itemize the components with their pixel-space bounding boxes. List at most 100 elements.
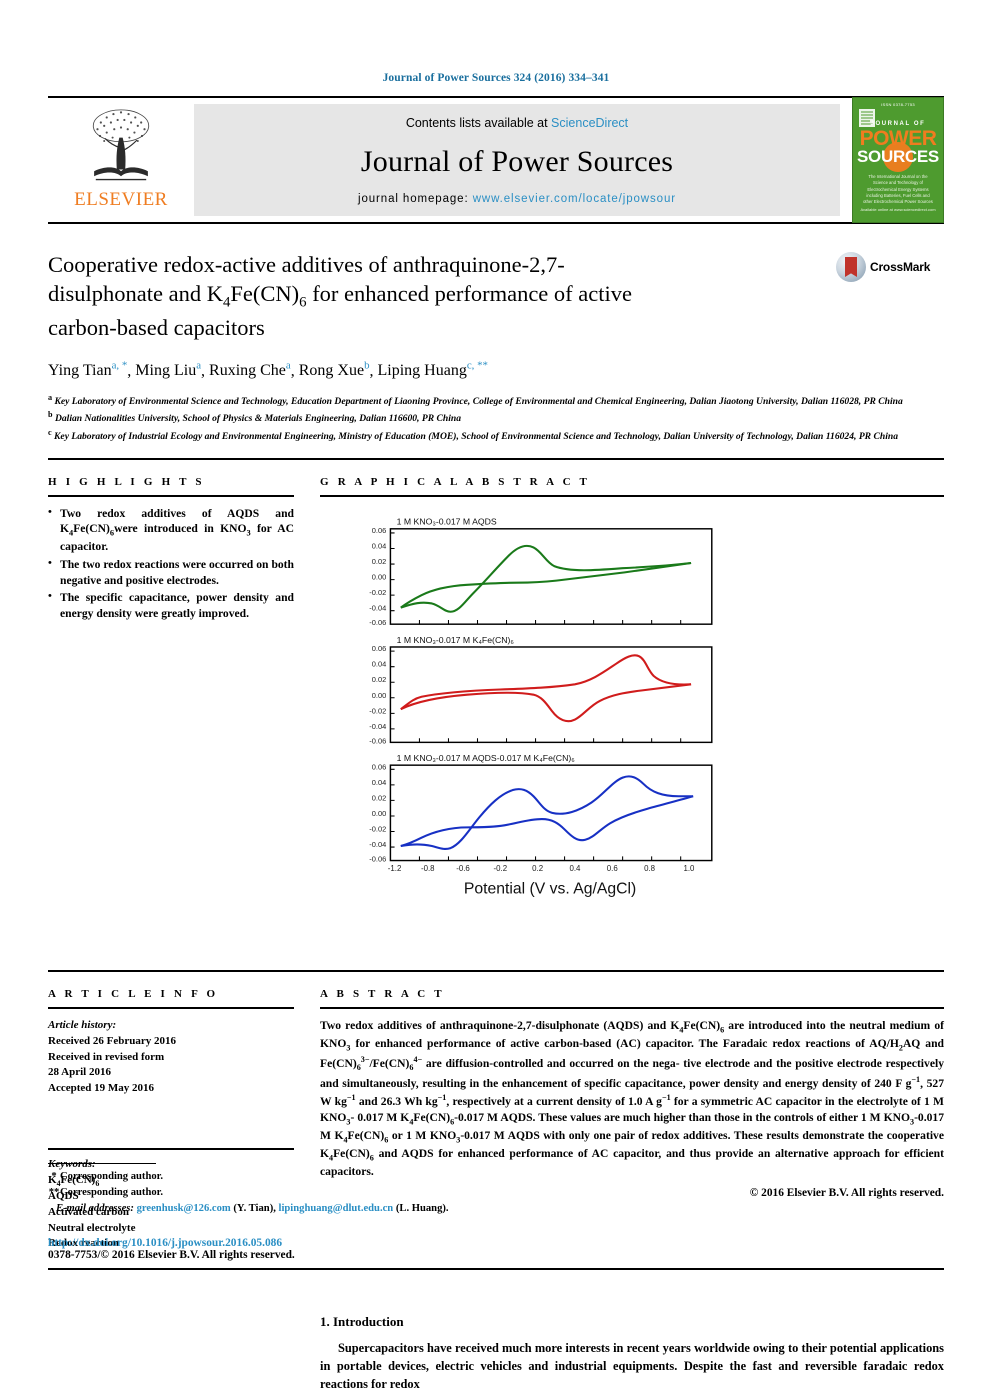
email-label: E-mail addresses: — [55, 1203, 134, 1215]
page-title: Cooperative redox-active additives of an… — [48, 250, 760, 342]
footnote-area: * Corresponding author. **Corresponding a… — [48, 1163, 468, 1261]
title-line-2a: disulphonate and K — [48, 281, 223, 307]
introduction-column: 1. Introduction Supercapacitors have rec… — [320, 1314, 944, 1393]
email-link-2[interactable]: lipinghuang@dlut.edu.cn — [279, 1203, 394, 1214]
abstract-rule — [320, 1007, 944, 1010]
article-history-block: Article history: Received 26 February 20… — [48, 1018, 294, 1096]
svg-text:0.00: 0.00 — [372, 572, 387, 581]
crossmark-label: CrossMark — [870, 260, 931, 274]
elsevier-logo: ELSEVIER — [48, 98, 194, 222]
doi-link[interactable]: http://dx.doi.org/10.1016/j.jpowsour.201… — [48, 1237, 468, 1249]
cover-footer-text: Available online at www.sciencedirect.co… — [860, 206, 936, 212]
crossmark-badge[interactable]: CrossMark — [836, 252, 944, 282]
svg-text:0.04: 0.04 — [372, 541, 387, 550]
footnote-rule — [48, 1163, 156, 1165]
highlight-item: The specific capacitance, power density … — [48, 589, 294, 622]
svg-text:-0.02: -0.02 — [369, 588, 386, 597]
svg-text:0.4: 0.4 — [569, 864, 581, 873]
corresponding-author-1: * Corresponding author. — [48, 1169, 468, 1185]
highlights-graphical-row: H I G H L I G H T S Two redox additives … — [48, 476, 944, 957]
svg-text:0.02: 0.02 — [372, 793, 387, 802]
journal-homepage-line: journal homepage: www.elsevier.com/locat… — [358, 193, 676, 205]
author-3-affil: b — [364, 360, 370, 372]
highlight-item: The two redox reactions were occurred on… — [48, 556, 294, 589]
svg-text:0.06: 0.06 — [372, 526, 387, 535]
svg-text:0.00: 0.00 — [372, 690, 387, 699]
affiliation-a: a Key Laboratory of Environmental Scienc… — [48, 393, 903, 408]
author-2: Ruxing Chea — [209, 360, 291, 380]
sciencedirect-link[interactable]: ScienceDirect — [551, 116, 628, 130]
corr-marker-2: ** — [48, 1187, 60, 1199]
homepage-link[interactable]: www.elsevier.com/locate/jpowsour — [473, 193, 676, 205]
crossmark-icon — [836, 252, 866, 282]
svg-text:-0.8: -0.8 — [421, 864, 435, 873]
svg-text:-0.04: -0.04 — [369, 603, 386, 612]
svg-text:0.02: 0.02 — [372, 675, 387, 684]
history-revised-date: 28 April 2016 — [48, 1066, 111, 1079]
highlights-column: H I G H L I G H T S Two redox additives … — [48, 476, 294, 957]
introduction-paragraph: Supercapacitors have received much more … — [320, 1340, 944, 1391]
svg-text:0.04: 0.04 — [372, 777, 387, 786]
title-line-2c: for enhanced performance of active — [306, 281, 632, 307]
article-info-rule — [48, 1007, 294, 1010]
introduction-heading: 1. Introduction — [320, 1313, 404, 1329]
history-accepted: Accepted 19 May 2016 — [48, 1081, 155, 1094]
cv-panel-1-yticks: 0.06 0.04 0.02 0.00 -0.02 -0.04 -0.06 — [369, 526, 386, 627]
contents-prefix: Contents lists available at — [405, 116, 552, 130]
cover-subtitle: The International Journal on the Science… — [863, 174, 933, 205]
svg-text:-0.02: -0.02 — [369, 824, 386, 833]
author-list: Ying Tiana, *, Ming Liua, Ruxing Chea, R… — [48, 360, 488, 380]
graphical-abstract-rule — [320, 494, 944, 497]
cv-xaxis-label: Potential (V vs. Ag/AgCl) — [464, 880, 636, 897]
corr-marker-1: * — [51, 1171, 57, 1183]
cv-xticks: -1.2 -0.8 -0.6 -0.2 0.2 0.4 0.6 0.8 1.0 — [388, 864, 695, 873]
svg-text:0.04: 0.04 — [372, 659, 387, 668]
author-1-affil: a — [196, 360, 202, 372]
email-owner-2: (L. Huang). — [395, 1203, 449, 1215]
svg-text:1.0: 1.0 — [684, 864, 696, 873]
svg-text:0.8: 0.8 — [644, 864, 656, 873]
homepage-prefix: journal homepage: — [358, 193, 473, 205]
body-row: 1. Introduction Supercapacitors have rec… — [48, 1314, 944, 1393]
cv-panel-2-title: 1 M KNO₃-0.017 M K₄Fe(CN)₆ — [397, 634, 515, 644]
svg-text:-1.2: -1.2 — [388, 864, 402, 873]
graphical-abstract-figure: 1 M KNO₃-0.017 M AQDS 0.06 0.04 0.02 0.00 -… — [369, 516, 713, 897]
svg-text:0.06: 0.06 — [372, 762, 387, 771]
cv-panel-2-yticks: 0.06 0.04 0.02 0.00 -0.02 -0.04 -0.06 — [369, 644, 386, 745]
affiliation-b: b Dalian Nationalities University, Schoo… — [48, 410, 462, 425]
title-area: Cooperative redox-active additives of an… — [48, 250, 944, 346]
corresponding-author-2: **Corresponding author. — [48, 1185, 468, 1201]
issn-copyright-line: 0378-7753/© 2016 Elsevier B.V. All right… — [48, 1249, 295, 1261]
highlights-list: Two redox additives of AQDS and K4Fe(CN)… — [48, 505, 294, 622]
svg-text:0.6: 0.6 — [607, 864, 619, 873]
svg-text:-0.02: -0.02 — [369, 706, 386, 715]
article-info-heading: A R T I C L E I N F O — [48, 988, 219, 1001]
title-line-2b: Fe(CN) — [230, 281, 300, 307]
author-1: Ming Liua — [135, 360, 202, 380]
masthead-center-band: Contents lists available at ScienceDirec… — [194, 104, 840, 216]
svg-text:-0.06: -0.06 — [369, 854, 386, 863]
history-revised-label: Received in revised form — [48, 1050, 165, 1063]
author-0-affil: a, * — [111, 360, 128, 372]
svg-text:-0.6: -0.6 — [456, 864, 470, 873]
cover-issn: ISSN 0378-7753 — [881, 102, 915, 107]
svg-text:-0.04: -0.04 — [369, 721, 386, 730]
cv-panel-1-title: 1 M KNO₃-0.017 M AQDS — [397, 516, 497, 526]
keywords-rule — [48, 1148, 294, 1151]
paper-page: Journal of Power Sources 324 (2016) 334–… — [0, 0, 992, 1391]
email-owner-1: (Y. Tian), — [233, 1203, 276, 1215]
journal-title: Journal of Power Sources — [360, 144, 674, 178]
body-left-spacer — [48, 1314, 294, 1393]
journal-cover-thumbnail: ISSN 0378-7753 JOURNAL OF POWER SOURCES … — [840, 97, 944, 223]
affiliation-list: a Key Laboratory of Environmental Scienc… — [48, 392, 944, 443]
title-line-3: carbon-based capacitors — [48, 315, 265, 341]
affiliation-c: c Key Laboratory of Industrial Ecology a… — [48, 427, 899, 442]
highlights-rule — [48, 494, 294, 497]
cv-panel-3-title: 1 M KNO₃-0.017 M AQDS-0.017 M K₄Fe(CN)₆ — [397, 753, 576, 763]
author-0: Ying Tiana, * — [48, 360, 128, 380]
svg-text:0.00: 0.00 — [372, 809, 387, 818]
cover-image: ISSN 0378-7753 JOURNAL OF POWER SOURCES … — [852, 97, 944, 223]
svg-text:-0.06: -0.06 — [369, 618, 386, 627]
email-link-1[interactable]: greenhusk@126.com — [137, 1203, 231, 1214]
svg-text:0.2: 0.2 — [532, 864, 543, 873]
